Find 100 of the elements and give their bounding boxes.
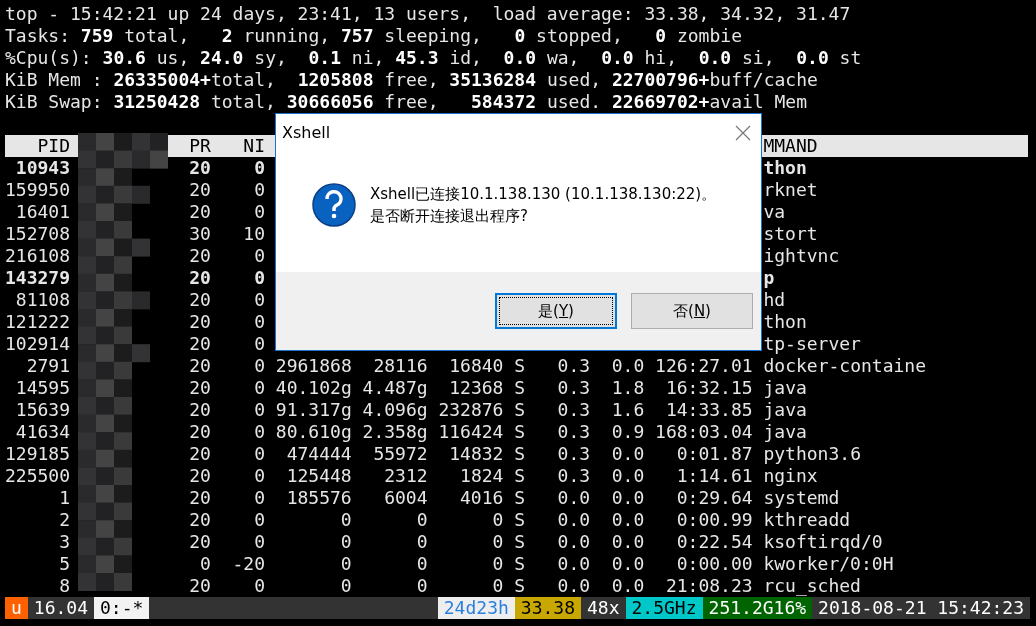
- table-cell-text: 20: [188, 487, 211, 509]
- table-cell-text: 0: [415, 509, 428, 531]
- table-cell-text: 20: [188, 201, 211, 223]
- table-cell-text: thon: [763, 157, 808, 179]
- table-cell-text: 0: [253, 399, 266, 421]
- close-icon[interactable]: [735, 125, 751, 141]
- table-cell-text: 20: [188, 289, 211, 311]
- table-cell-text: p: [763, 267, 776, 289]
- table-cell-text: 0.0: [556, 575, 591, 597]
- table-cell-text: 0:00.00: [675, 553, 753, 575]
- table-cell-text: 0.0: [610, 465, 645, 487]
- table-cell-text: 125448: [285, 465, 352, 487]
- table-cell: S: [514, 575, 526, 597]
- table-cell-text: 0:00.99: [675, 509, 753, 531]
- status-segment: 33.38: [514, 597, 581, 619]
- table-cell-text: 14:33.85: [664, 399, 753, 421]
- table-cell-text: 0.3: [556, 443, 591, 465]
- table-cell-text: 0.3: [556, 377, 591, 399]
- table-cell: 4.096g: [362, 399, 428, 421]
- table-cell: S: [514, 509, 526, 531]
- table-cell: 159950: [5, 179, 71, 201]
- table-cell: 121222: [5, 311, 71, 333]
- table-cell-text: kworker/0:0H: [763, 553, 895, 575]
- table-cell-text: 2: [58, 509, 70, 531]
- table-cell-text: 10943: [14, 157, 70, 179]
- table-cell: 143279: [5, 267, 71, 289]
- table-cell-text: 0.0: [556, 553, 591, 575]
- column-header: PR: [188, 135, 211, 157]
- table-cell-text: 0.0: [610, 443, 645, 465]
- table-cell-text: 0: [339, 509, 352, 531]
- table-cell-text: 0.0: [610, 553, 645, 575]
- dialog-message: 是否断开连接退出程序?: [370, 206, 529, 226]
- table-cell-text: 4016: [459, 487, 504, 509]
- table-cell-text: 41634: [14, 421, 70, 443]
- table-cell-text: 3: [58, 531, 70, 553]
- table-cell: 80.610g: [275, 421, 352, 443]
- table-cell-text: 20: [188, 509, 211, 531]
- table-cell-text: 20: [188, 245, 211, 267]
- table-cell: S: [514, 443, 526, 465]
- table-cell-text: 2791: [25, 355, 70, 377]
- table-cell-text: 0: [415, 553, 428, 575]
- table-cell-text: nginx: [763, 465, 819, 487]
- summary-line: KiB Swap: 31250428 total, 30666056 free, 584372 used. 22669702+avail Mem: [5, 91, 808, 113]
- table-cell-text: systemd: [763, 487, 841, 509]
- table-cell-text: va: [763, 201, 787, 223]
- table-cell: 116424: [438, 421, 504, 443]
- table-cell: 152708: [5, 223, 71, 245]
- table-cell-text: 0: [253, 377, 266, 399]
- status-segment: 24d23h: [437, 597, 515, 619]
- column-header: MMAND: [763, 135, 819, 157]
- table-cell-text: 0: [253, 509, 266, 531]
- table-cell-text: 0: [253, 465, 266, 487]
- table-cell-text: docker-containe: [763, 355, 927, 377]
- table-cell-text: thon: [763, 311, 808, 333]
- table-cell-text: 0.0: [556, 509, 591, 531]
- table-cell-text: kthreadd: [763, 509, 852, 531]
- table-cell: 102914: [5, 333, 71, 355]
- table-cell-text: 0: [253, 421, 266, 443]
- table-cell-text: 20: [188, 179, 211, 201]
- table-cell-text: 1824: [459, 465, 504, 487]
- table-cell: S: [514, 531, 526, 553]
- table-cell-text: 0: [253, 201, 266, 223]
- table-cell-text: 1.8: [610, 377, 645, 399]
- table-cell-text: 30: [188, 223, 211, 245]
- table-cell-text: 20: [188, 531, 211, 553]
- table-cell-text: 0.0: [610, 509, 645, 531]
- table-cell-text: 0: [339, 531, 352, 553]
- table-cell: 168:03.04: [655, 421, 753, 443]
- column-header: PID: [36, 135, 70, 157]
- table-cell-text: 28116: [372, 355, 428, 377]
- table-cell-text: 6004: [383, 487, 428, 509]
- table-cell-text: 12368: [448, 377, 504, 399]
- table-cell-text: 5: [58, 553, 70, 575]
- table-cell-text: 0: [199, 553, 211, 575]
- table-cell-text: rcu_sched: [763, 575, 862, 597]
- table-cell-text: 0: [415, 531, 428, 553]
- status-segment: 0:-*: [94, 597, 150, 619]
- table-cell-text: 474444: [285, 443, 352, 465]
- summary-line: %Cpu(s): 30.6 us, 24.0 sy, 0.1 ni, 45.3 id, 0.0 wa, 0.0 hi, 0.0 si, 0.0 st: [5, 47, 863, 69]
- table-cell-text: 8: [58, 575, 70, 597]
- table-cell-text: 0: [491, 531, 504, 553]
- table-cell: 225500: [5, 465, 71, 487]
- table-cell-text: 0: [253, 267, 266, 289]
- table-cell: S: [514, 355, 526, 377]
- table-cell-text: 0:29.64: [675, 487, 753, 509]
- table-cell-text: 16840: [448, 355, 504, 377]
- table-cell-text: 0.0: [610, 487, 645, 509]
- table-cell-text: 14832: [448, 443, 504, 465]
- table-cell: S: [514, 553, 526, 575]
- dialog-button[interactable]: 否(N): [631, 293, 753, 329]
- table-cell-text: 15639: [14, 399, 70, 421]
- table-cell-text: 1.6: [610, 399, 645, 421]
- table-cell-text: 0: [253, 179, 266, 201]
- column-header: NI: [242, 135, 266, 157]
- table-cell-text: 0: [253, 157, 266, 179]
- question-icon: [312, 183, 356, 227]
- table-cell-text: 1:14.61: [675, 465, 753, 487]
- table-cell-text: 0.0: [610, 575, 645, 597]
- table-cell-text: 0.3: [556, 421, 591, 443]
- dialog-button[interactable]: 是(Y): [495, 293, 617, 329]
